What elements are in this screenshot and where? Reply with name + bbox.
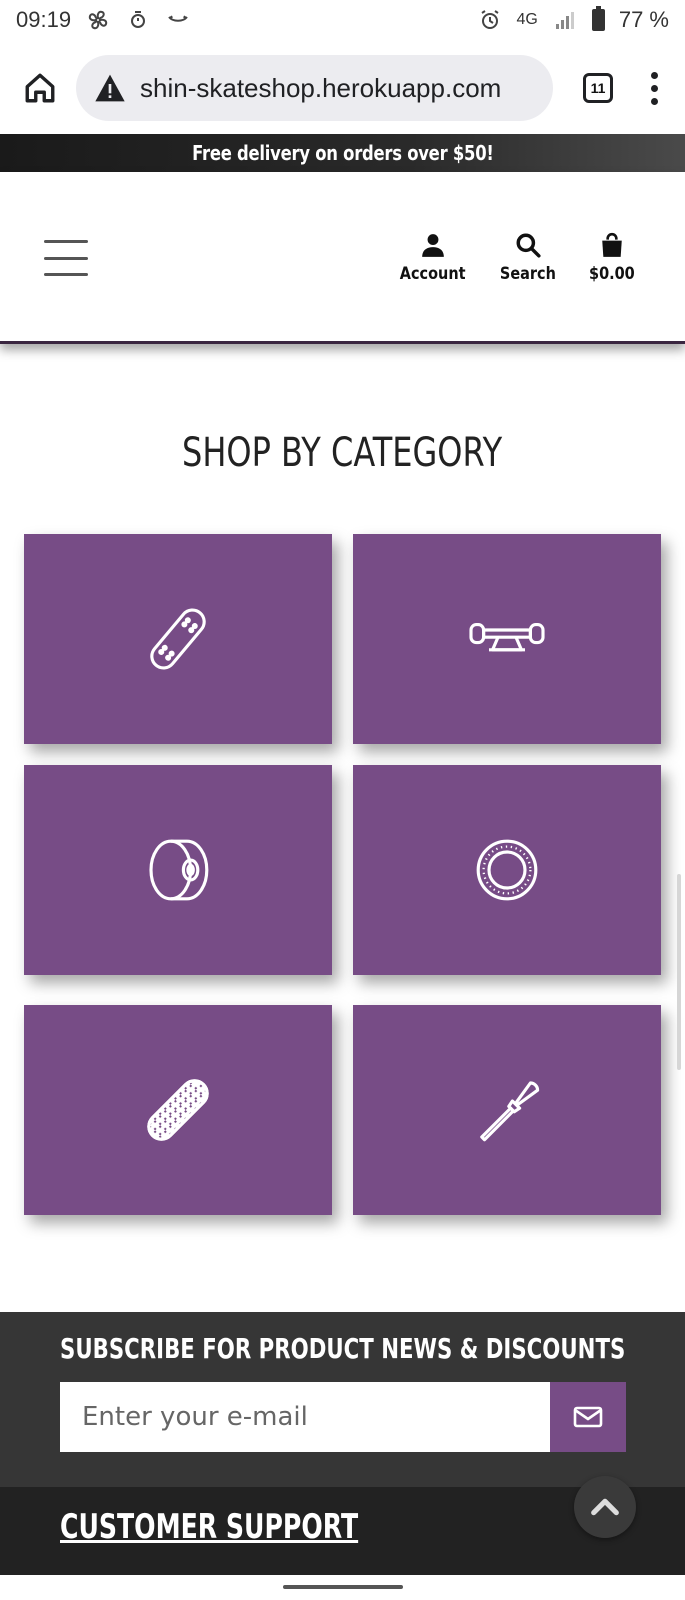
- search-icon: [516, 233, 541, 258]
- menu-toggle-button[interactable]: [44, 240, 88, 276]
- subscribe-button[interactable]: [550, 1382, 626, 1452]
- home-icon: [25, 73, 55, 103]
- address-bar[interactable]: shin-skateshop.herokuapp.com: [76, 55, 553, 121]
- envelope-icon: [573, 1406, 603, 1428]
- section-title-text: SHOP BY CATEGORY: [182, 430, 503, 476]
- tab-switcher-button[interactable]: 11: [583, 73, 613, 103]
- skateboard-deck-icon: [150, 608, 206, 670]
- chevron-up-icon: [591, 1498, 619, 1516]
- watch-icon: [125, 7, 151, 33]
- screwdriver-icon: [480, 1081, 540, 1142]
- customer-support-heading[interactable]: CUSTOMER SUPPORT: [60, 1507, 358, 1547]
- smile-icon: [165, 7, 191, 33]
- network-type: 4G: [516, 11, 538, 28]
- category-tile-bearings[interactable]: [353, 765, 661, 975]
- home-button[interactable]: [16, 64, 64, 112]
- wheel-icon: [149, 839, 209, 901]
- email-input[interactable]: [60, 1382, 550, 1452]
- browser-toolbar: shin-skateshop.herokuapp.com 11: [0, 44, 685, 132]
- promo-banner: Free delivery on orders over $50!: [0, 134, 685, 172]
- status-left: 09:19: [16, 7, 191, 33]
- truck-icon: [469, 623, 545, 652]
- fan-icon: [85, 7, 111, 33]
- category-tile-griptape[interactable]: [24, 1005, 332, 1215]
- newsletter-title: SUBSCRIBE FOR PRODUCT NEWS & DISCOUNTS: [60, 1332, 626, 1365]
- gesture-nav-bar: [0, 1575, 685, 1600]
- warning-icon: [95, 74, 125, 102]
- category-tile-wheels[interactable]: [24, 765, 332, 975]
- browser-menu-button[interactable]: [639, 71, 669, 105]
- cart-total: $0.00: [589, 264, 635, 284]
- status-bar: 09:19 4G 77 %: [0, 0, 685, 40]
- bearing-icon: [476, 839, 538, 901]
- user-icon: [421, 234, 444, 257]
- signal-icon: [552, 7, 578, 33]
- back-to-top-button[interactable]: [574, 1476, 636, 1538]
- page-root: 09:19 4G 77 % shin-skateshop.herokuapp.c…: [0, 0, 685, 1600]
- shopping-bag-icon: [602, 232, 622, 257]
- category-tile-decks[interactable]: [24, 534, 332, 744]
- scrollbar[interactable]: [677, 874, 681, 1070]
- griptape-icon: [147, 1079, 209, 1141]
- search-link[interactable]: Search: [495, 232, 561, 284]
- url-text: shin-skateshop.herokuapp.com: [140, 72, 502, 103]
- status-right: 4G 77 %: [477, 6, 669, 33]
- promo-banner-text: Free delivery on orders over $50!: [191, 141, 494, 165]
- category-tile-trucks[interactable]: [353, 534, 661, 744]
- battery-icon: [591, 6, 605, 31]
- cart-link[interactable]: $0.00: [585, 232, 639, 284]
- search-label: Search: [500, 264, 557, 284]
- section-title: SHOP BY CATEGORY: [0, 430, 685, 476]
- site-header: Account Search $0.00: [0, 172, 685, 344]
- account-link[interactable]: Account: [394, 232, 471, 284]
- status-time: 09:19: [16, 7, 72, 32]
- category-tile-tools[interactable]: [353, 1005, 661, 1215]
- account-label: Account: [399, 264, 466, 284]
- battery-level: 77 %: [618, 7, 669, 32]
- header-actions: Account Search $0.00: [394, 232, 639, 284]
- newsletter-section: SUBSCRIBE FOR PRODUCT NEWS & DISCOUNTS: [0, 1312, 685, 1487]
- gesture-handle[interactable]: [283, 1585, 403, 1589]
- alarm-icon: [477, 7, 503, 33]
